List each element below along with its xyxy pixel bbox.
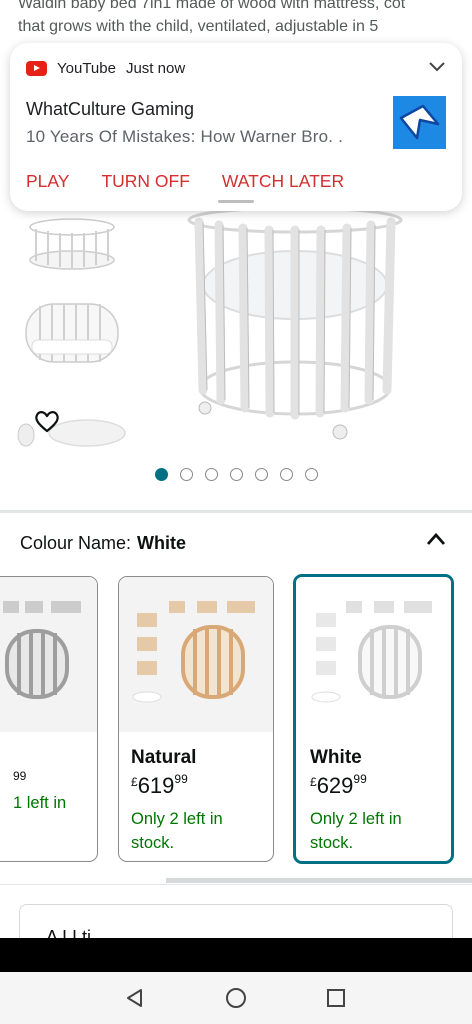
gallery-thumbnail-2[interactable] [22,296,122,376]
product-description: Waldin baby bed 7in1 made of wood with m… [18,0,458,38]
whatculture-logo-icon [399,104,440,140]
swatch-image [296,577,451,732]
swatch-stock: Only 2 left in stock. [131,807,267,855]
swatch-stock: 1 left in [13,794,67,812]
pagination-dot[interactable] [180,468,193,481]
description-line-1: Waldin baby bed 7in1 made of wood with m… [18,0,406,12]
horizontal-scrollbar[interactable] [166,878,472,883]
natural-crib-image [132,601,255,703]
section-divider [0,510,472,513]
currency-symbol: £ [310,775,317,789]
back-icon[interactable] [124,987,146,1009]
swatch-name: White [310,747,362,768]
notification-app-name: YouTube [57,60,116,77]
swatch-price: 99 [13,769,91,783]
recents-icon[interactable] [325,987,347,1009]
section-divider [0,884,472,885]
swatch-price: £62999 [310,771,445,799]
android-navigation-bar [0,972,472,1024]
system-black-bar [0,938,472,972]
pagination-dot[interactable] [205,468,218,481]
colour-name-row: Colour Name: White [20,533,186,554]
colour-selected-value: White [137,533,187,553]
currency-symbol: £ [131,775,138,789]
gallery-thumbnail-3[interactable] [12,395,127,475]
swatch-image [119,577,273,732]
stock-line-1: Only 2 left in [310,810,402,828]
chevron-up-icon[interactable] [426,532,446,546]
stock-line-1: Only 2 left in [131,810,223,828]
colour-name-label: Colour Name: [20,533,132,553]
pagination-dot[interactable] [305,468,318,481]
notification-title: WhatCulture Gaming [26,99,195,119]
stock-line-2: stock. [310,834,354,852]
pagination-dot[interactable] [280,468,293,481]
grey-crib-image [3,601,81,699]
price-whole: 629 [316,773,354,798]
notification-actions: PLAY TURN OFF WATCH LATER [26,171,376,192]
swatch-price-fraction: 99 [13,769,27,783]
pagination-dot[interactable] [255,468,268,481]
gallery-pagination [155,468,330,481]
youtube-notification[interactable]: YouTube Just now WhatCulture Gaming 10 Y… [10,43,462,211]
swatch-image [0,577,97,732]
swatch-body: Natural £61999 Only 2 left in stock. [131,747,267,855]
home-icon[interactable] [225,987,247,1009]
description-line-2: that grows with the child, ventilated, a… [18,18,379,35]
pagination-dot[interactable] [230,468,243,481]
notification-drag-handle[interactable] [218,200,254,203]
swatch-body: White £62999 Only 2 left in stock. [310,747,445,855]
notification-time: Just now [125,60,186,77]
notification-text: 10 Years Of Mistakes: How Warner Bro. . [26,127,344,146]
turn-off-button[interactable]: TURN OFF [101,171,189,192]
swatch-card-grey[interactable]: 99 1 left in [0,576,98,862]
youtube-icon [26,61,47,76]
price-fraction: 99 [174,771,188,786]
swatch-body: 99 1 left in [13,747,91,815]
price-fraction: 99 [353,771,367,786]
swatch-card-natural[interactable]: Natural £61999 Only 2 left in stock. [118,576,274,862]
price-whole: 619 [137,773,175,798]
play-button[interactable]: PLAY [26,171,69,192]
notification-header: YouTube Just now [26,60,185,77]
stock-line-2: stock. [131,834,175,852]
heart-icon[interactable] [34,408,60,434]
white-crib-image [311,601,432,703]
video-thumbnail [393,96,446,149]
swatch-price: £61999 [131,771,267,799]
watch-later-button[interactable]: WATCH LATER [222,171,344,192]
product-main-image[interactable] [185,200,405,445]
screen: Waldin baby bed 7in1 made of wood with m… [0,0,472,1024]
gallery-thumbnail-1[interactable] [22,205,122,285]
pagination-dot[interactable] [155,468,168,481]
swatch-card-white[interactable]: White £62999 Only 2 left in stock. [293,574,454,864]
swatch-name: Natural [131,747,197,768]
swatch-stock: Only 2 left in stock. [310,807,445,855]
chevron-down-icon[interactable] [428,61,446,73]
